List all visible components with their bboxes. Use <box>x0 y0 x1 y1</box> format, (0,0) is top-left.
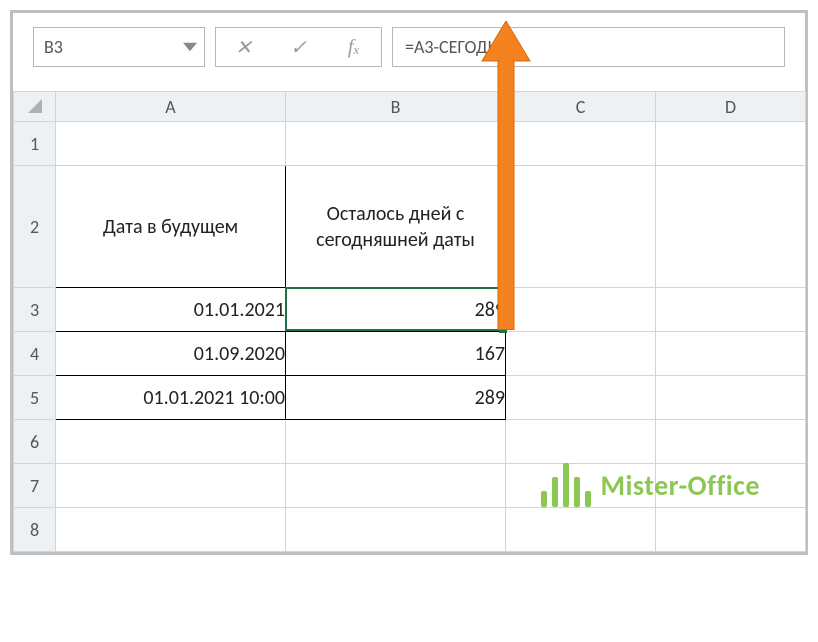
cell-A1[interactable] <box>56 122 286 166</box>
cell-B6[interactable] <box>286 420 506 464</box>
formula-bar-buttons: ✕ ✓ fx <box>215 27 382 67</box>
row-header-2[interactable]: 2 <box>14 166 56 288</box>
cell-C3[interactable] <box>506 288 656 332</box>
fx-icon[interactable]: fx <box>326 28 381 66</box>
formula-bar-area: B3 ✕ ✓ fx =A3-СЕГОДНЯ() <box>13 13 805 91</box>
watermark-text: Mister-Office <box>601 468 761 503</box>
name-box[interactable]: B3 <box>33 27 205 67</box>
header-text-B: Осталось дней с сегодняшней даты <box>316 202 475 252</box>
cell-B5[interactable]: 289 <box>286 376 506 420</box>
cell-B4[interactable]: 167 <box>286 332 506 376</box>
cell-B8[interactable] <box>286 508 506 552</box>
row-header-5[interactable]: 5 <box>14 376 56 420</box>
cell-C5[interactable] <box>506 376 656 420</box>
cell-B1[interactable] <box>286 122 506 166</box>
cell-A7[interactable] <box>56 464 286 508</box>
header-text-A: Дата в будущем <box>103 215 238 239</box>
cell-B7[interactable] <box>286 464 506 508</box>
formula-input[interactable]: =A3-СЕГОДНЯ() <box>392 27 785 67</box>
row-header-6[interactable]: 6 <box>14 420 56 464</box>
cell-B2[interactable]: Осталось дней с сегодняшней даты <box>286 166 506 288</box>
select-all-corner[interactable] <box>14 92 56 122</box>
cell-D6[interactable] <box>656 420 806 464</box>
cell-A8[interactable] <box>56 508 286 552</box>
cell-C6[interactable] <box>506 420 656 464</box>
cell-D8[interactable] <box>656 508 806 552</box>
watermark-bars-icon <box>541 463 591 507</box>
cell-D4[interactable] <box>656 332 806 376</box>
enter-icon[interactable]: ✓ <box>271 28 326 66</box>
cell-D3[interactable] <box>656 288 806 332</box>
cell-D5[interactable] <box>656 376 806 420</box>
cell-C1[interactable] <box>506 122 656 166</box>
cell-B3[interactable]: 289 <box>286 288 506 332</box>
cell-A5[interactable]: 01.01.2021 10:00 <box>56 376 286 420</box>
name-box-dropdown-icon[interactable] <box>176 28 204 66</box>
col-header-B[interactable]: B <box>286 92 506 122</box>
cell-C2[interactable] <box>506 166 656 288</box>
formula-text: =A3-СЕГОДНЯ() <box>405 36 520 58</box>
cell-D1[interactable] <box>656 122 806 166</box>
name-box-value: B3 <box>34 36 176 58</box>
row-header-8[interactable]: 8 <box>14 508 56 552</box>
col-header-C[interactable]: C <box>506 92 656 122</box>
row-header-3[interactable]: 3 <box>14 288 56 332</box>
col-header-A[interactable]: A <box>56 92 286 122</box>
row-header-4[interactable]: 4 <box>14 332 56 376</box>
cancel-icon[interactable]: ✕ <box>216 28 271 66</box>
row-header-7[interactable]: 7 <box>14 464 56 508</box>
row-header-1[interactable]: 1 <box>14 122 56 166</box>
cell-C4[interactable] <box>506 332 656 376</box>
cell-A3[interactable]: 01.01.2021 <box>56 288 286 332</box>
spreadsheet-grid[interactable]: A B C D 1 2 Дата в будущем Осталось <box>13 91 805 552</box>
watermark: Mister-Office <box>541 463 761 507</box>
cell-D2[interactable] <box>656 166 806 288</box>
col-header-D[interactable]: D <box>656 92 806 122</box>
cell-A6[interactable] <box>56 420 286 464</box>
cell-C8[interactable] <box>506 508 656 552</box>
cell-A4[interactable]: 01.09.2020 <box>56 332 286 376</box>
cell-A2[interactable]: Дата в будущем <box>56 166 286 288</box>
